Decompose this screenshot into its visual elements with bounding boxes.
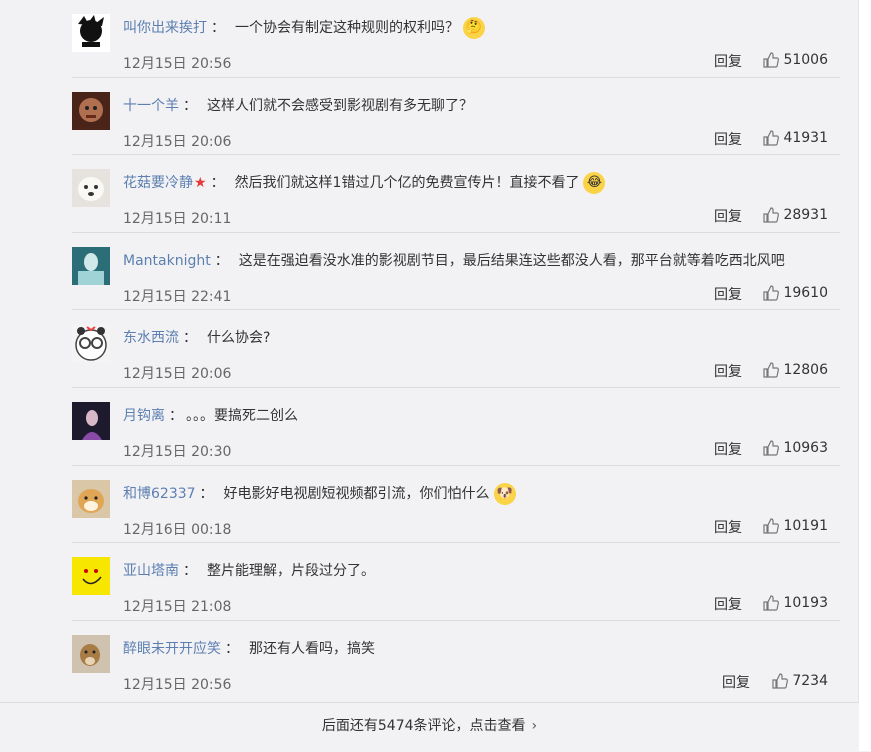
- colon: ：: [183, 563, 197, 580]
- avatar[interactable]: [72, 91, 110, 130]
- comment-username[interactable]: 十一个羊: [123, 98, 179, 114]
- thumbs-up-icon: [763, 52, 780, 68]
- crying-face-icon: 😂: [583, 172, 606, 195]
- comment-time: 12月15日 22:41: [123, 288, 232, 305]
- comment-text: 什么协会?: [207, 330, 271, 347]
- scrollbar-track[interactable]: [858, 0, 871, 751]
- colon: ：: [199, 485, 214, 502]
- comment-username[interactable]: 东水西流: [123, 330, 179, 346]
- comment-item: 十一个羊： 这样人们就不会感受到影视剧有多无聊了？ 12月15日 20:06 回复…: [72, 78, 840, 156]
- thinking-face-icon: 🤔: [463, 17, 485, 39]
- comment-item: 花菇要冷静★： 然后我们就这样1错过几个亿的免费宣传片！直接不看了 😂 12月15日…: [72, 155, 840, 233]
- reply-button[interactable]: 回复: [714, 594, 742, 614]
- comment-item: 醉眼未开开应笑： 那还有人看吗，搞笑 12月15日 20:56 回复 7234: [72, 621, 840, 699]
- comment-username[interactable]: 月钩离: [123, 408, 165, 424]
- colon: ：: [169, 407, 176, 424]
- load-more-comments-button[interactable]: 后面还有5474条评论，点击查看 ›: [0, 702, 859, 752]
- like-count: 19610: [783, 284, 828, 301]
- thumbs-up-icon: [763, 207, 780, 223]
- like-button[interactable]: 12806: [763, 362, 828, 378]
- colon: ：: [183, 97, 197, 114]
- comment-item: 叫你出来挨打： 一个协会有制定这种规则的权利吗？ 🤔 12月15日 20:56 回复…: [72, 0, 840, 78]
- like-button[interactable]: 10963: [763, 440, 828, 456]
- comment-item: 和博62337： 好电影好电视剧短视频都引流，你们怕什么 🐶 12月16日 00:1…: [72, 466, 840, 544]
- vip-star-icon: ★: [194, 175, 207, 192]
- like-button[interactable]: 51006: [763, 52, 828, 68]
- reply-button[interactable]: 回复: [714, 517, 742, 537]
- like-button[interactable]: 10193: [763, 595, 828, 611]
- colon: ：: [214, 252, 229, 269]
- avatar[interactable]: [72, 324, 110, 363]
- like-button[interactable]: 28931: [763, 207, 828, 223]
- like-button[interactable]: 19610: [763, 285, 828, 301]
- comment-time: 12月15日 20:30: [123, 443, 232, 460]
- comment-text: 那还有人看吗，搞笑: [249, 640, 375, 657]
- comment-time: 12月16日 00:18: [123, 521, 232, 538]
- colon: ：: [211, 20, 225, 36]
- comment-time: 12月15日 20:06: [123, 366, 232, 383]
- comment-username[interactable]: 花菇要冷静: [123, 175, 193, 191]
- comment-username[interactable]: 亚山塔南: [123, 563, 179, 579]
- like-button[interactable]: 41931: [763, 130, 828, 146]
- avatar[interactable]: [72, 479, 110, 518]
- comment-time: 12月15日 21:08: [123, 599, 232, 616]
- comment-item: 亚山塔南： 整片能理解，片段过分了。 12月15日 21:08 回复 10193: [72, 543, 840, 621]
- avatar[interactable]: [72, 401, 110, 440]
- comment-text: 然后我们就这样1错过几个亿的免费宣传片！直接不看了: [234, 175, 580, 192]
- doge-face-icon: 🐶: [493, 482, 516, 505]
- like-count: 28931: [783, 207, 828, 224]
- comment-item: 东水西流： 什么协会? 12月15日 20:06 回复 12806: [72, 310, 840, 388]
- like-count: 51006: [783, 52, 828, 68]
- like-count: 12806: [783, 362, 828, 379]
- like-count: 41931: [783, 129, 828, 146]
- comment-text: 整片能理解，片段过分了。: [207, 563, 375, 580]
- thumbs-up-icon: [763, 440, 780, 456]
- load-more-label: 后面还有5474条评论，点击查看: [321, 718, 526, 734]
- thumbs-up-icon: [763, 362, 780, 378]
- comment-username[interactable]: 醉眼未开开应笑: [123, 641, 221, 657]
- like-count: 7234: [792, 672, 828, 689]
- comment-item: 月钩离： 。。。要搞死二创么 12月15日 20:30 回复 10963: [72, 388, 840, 466]
- thumbs-up-icon: [763, 129, 780, 146]
- avatar[interactable]: [72, 246, 110, 285]
- reply-button[interactable]: 回复: [714, 439, 742, 459]
- like-count: 10191: [783, 517, 828, 534]
- comment-item: Mantaknight： 这是在强迫看没水准的影视剧节目，最后结果连这些都没人看，…: [72, 233, 840, 311]
- comment-time: 12月15日 20:11: [123, 211, 232, 228]
- like-count: 10963: [783, 439, 828, 456]
- reply-button[interactable]: 回复: [714, 206, 742, 226]
- comment-list: 叫你出来挨打：一个协会有制定这种规则的权利吗？ 🤔 12月15日 20:56 回复…: [72, 0, 840, 698]
- avatar[interactable]: [72, 557, 110, 596]
- like-count: 10193: [783, 595, 828, 612]
- thumbs-up-icon: [763, 517, 780, 534]
- comment-text: 好电影好电视剧短视频都引流，你们怕什么: [223, 485, 490, 502]
- avatar[interactable]: [72, 634, 110, 673]
- comment-text: 这是在强迫看没水准的影视剧节目，最后结果连这些都没人看，那平台就等着吃西北风吧: [238, 252, 785, 269]
- comment-time: 12月15日 20:56: [123, 676, 232, 693]
- comment-text: 。。。要搞死二创么: [186, 407, 298, 424]
- reply-button[interactable]: 回复: [722, 672, 750, 692]
- thumbs-up-icon: [763, 595, 780, 611]
- reply-button[interactable]: 回复: [714, 361, 742, 381]
- chevron-right-icon: ›: [531, 718, 538, 734]
- comment-username[interactable]: Mantaknight: [123, 253, 211, 269]
- like-button[interactable]: 10191: [763, 518, 828, 534]
- avatar[interactable]: [72, 14, 110, 52]
- like-button[interactable]: 7234: [772, 673, 828, 689]
- comment-username[interactable]: 和博62337: [123, 486, 196, 502]
- reply-button[interactable]: 回复: [714, 51, 742, 71]
- comment-username[interactable]: 叫你出来挨打: [123, 20, 207, 36]
- colon: ：: [183, 330, 197, 347]
- colon: ：: [225, 640, 239, 657]
- comment-time: 12月15日 20:56: [123, 56, 232, 72]
- avatar[interactable]: [72, 169, 110, 208]
- comment-time: 12月15日 20:06: [123, 133, 232, 150]
- colon: ：: [210, 175, 225, 192]
- thumbs-up-icon: [763, 285, 780, 301]
- reply-button[interactable]: 回复: [714, 129, 742, 149]
- reply-button[interactable]: 回复: [714, 284, 742, 304]
- comment-text: 一个协会有制定这种规则的权利吗？: [235, 20, 459, 36]
- comment-text: 这样人们就不会感受到影视剧有多无聊了？: [207, 97, 473, 114]
- thumbs-up-icon: [772, 673, 789, 689]
